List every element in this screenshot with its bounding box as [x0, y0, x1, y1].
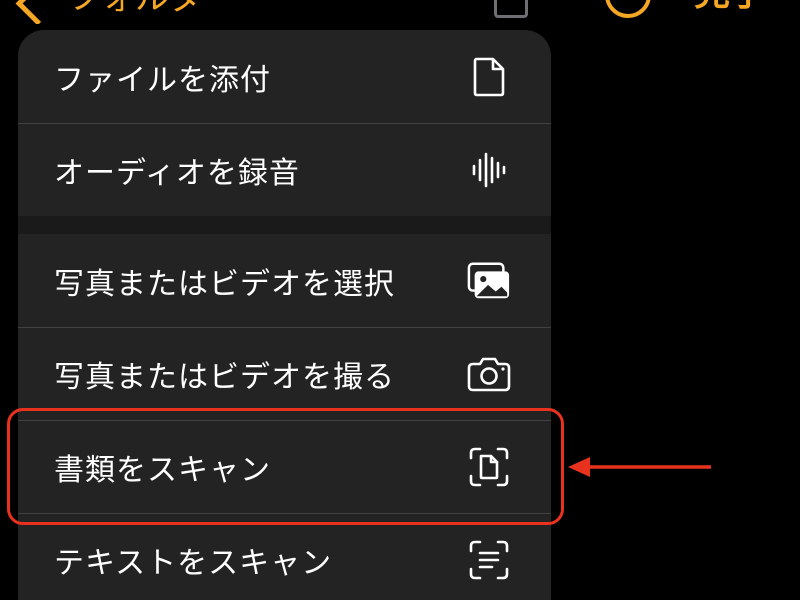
back-button[interactable]: フォルダ	[15, 0, 203, 24]
menu-group-divider	[18, 216, 551, 234]
menu-item-take-photo-video[interactable]: 写真またはビデオを撮る	[18, 327, 551, 420]
menu-item-attach-file[interactable]: ファイルを添付	[18, 30, 551, 123]
annotation-highlight-box	[7, 408, 564, 525]
menu-item-record-audio[interactable]: オーディオを録音	[18, 123, 551, 216]
waveform-icon	[467, 148, 511, 192]
menu-item-label: オーディオを録音	[54, 155, 300, 191]
text-scan-icon	[467, 538, 511, 582]
chevron-left-icon	[15, 0, 60, 24]
menu-item-choose-photo-video[interactable]: 写真またはビデオを選択	[18, 234, 551, 327]
menu-item-label: テキストをスキャン	[54, 545, 333, 581]
document-icon	[467, 55, 511, 99]
menu-item-label: 写真またはビデオを撮る	[54, 359, 395, 395]
menu-item-scan-text[interactable]: テキストをスキャン	[18, 513, 551, 600]
annotation-arrow-icon	[568, 457, 711, 477]
menu-item-label: 写真またはビデオを選択	[54, 266, 395, 302]
navigation-bar: フォルダ 完了	[0, 0, 800, 24]
more-options-icon[interactable]	[605, 0, 651, 18]
attachment-icon[interactable]	[494, 0, 528, 18]
photo-library-icon	[467, 259, 511, 303]
back-button-label: フォルダ	[67, 0, 203, 22]
camera-icon	[467, 352, 511, 396]
menu-item-label: ファイルを添付	[54, 62, 271, 98]
done-button[interactable]: 完了	[694, 0, 766, 18]
app-screen: フォルダ 完了 ファイルを添付 オーディオを録音	[0, 0, 800, 600]
